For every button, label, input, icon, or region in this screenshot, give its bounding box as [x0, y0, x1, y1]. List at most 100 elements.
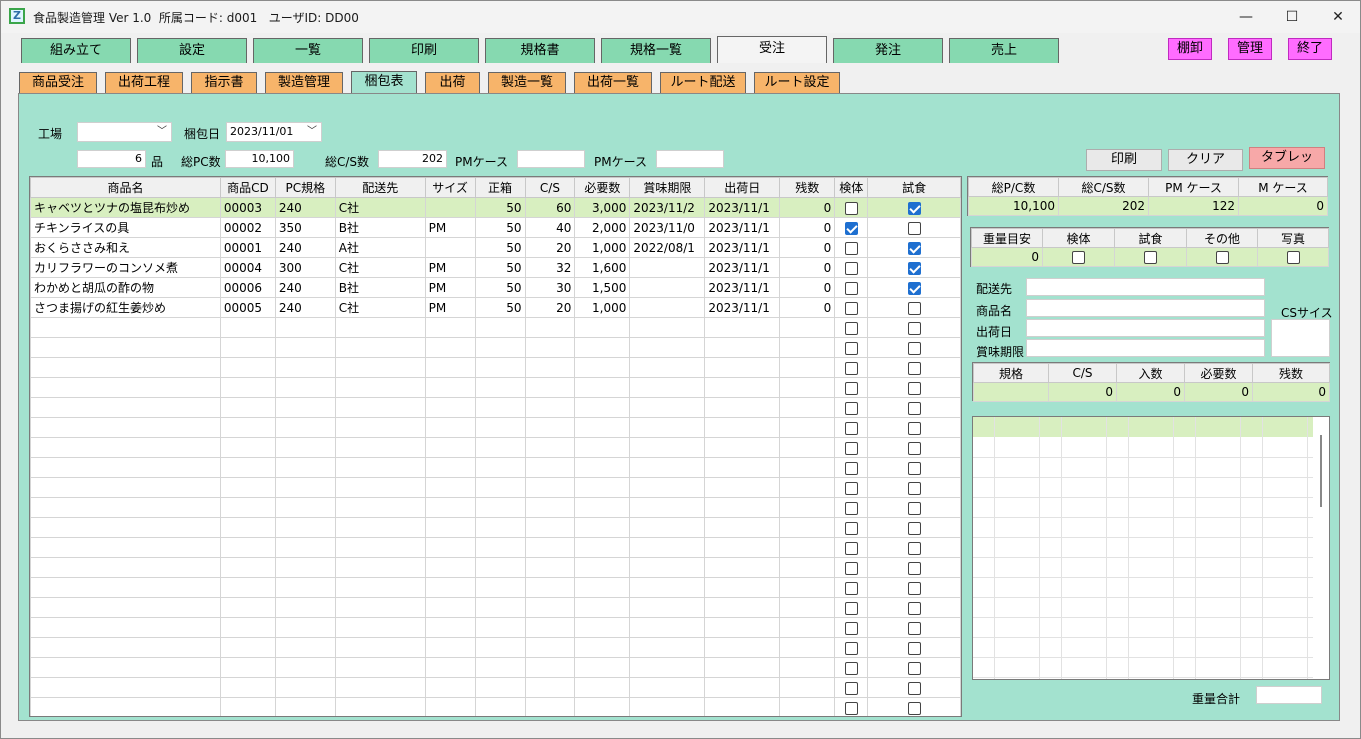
sample-checkbox[interactable] [844, 401, 858, 415]
pm-case-field[interactable] [517, 150, 585, 168]
clear-button[interactable]: クリア [1168, 149, 1243, 171]
tasting-checkbox[interactable] [907, 581, 921, 595]
sub-tab[interactable]: 梱包表 [351, 71, 417, 93]
sample-checkbox[interactable] [844, 341, 858, 355]
name-field[interactable] [1026, 299, 1265, 317]
sample-checkbox[interactable] [844, 481, 858, 495]
tasting-checkbox[interactable] [907, 441, 921, 455]
table-row[interactable] [30, 337, 961, 358]
tasting-checkbox[interactable] [907, 241, 921, 255]
sample-checkbox[interactable] [844, 421, 858, 435]
sample-checkbox[interactable] [844, 701, 858, 715]
table-row[interactable] [30, 517, 961, 538]
weight-total-field[interactable] [1256, 686, 1322, 704]
weight-option-checkbox[interactable] [1215, 251, 1229, 264]
table-row[interactable]: チキンライスの具 00002 350 B社 PM 50 40 2,000 2023/11/0 20… [30, 217, 961, 238]
detail-grid[interactable] [972, 416, 1330, 680]
weight-option-checkbox[interactable] [1286, 251, 1300, 264]
sample-checkbox[interactable] [844, 301, 858, 315]
ship-date-field[interactable] [1026, 319, 1265, 337]
sample-checkbox[interactable] [844, 221, 858, 235]
print-button[interactable]: 印刷 [1086, 149, 1162, 171]
tasting-checkbox[interactable] [907, 641, 921, 655]
sample-checkbox[interactable] [844, 321, 858, 335]
table-row[interactable]: おくらささみ和え 00001 240 A社 50 20 1,000 2022/08/1 2023… [30, 237, 961, 258]
sample-checkbox[interactable] [844, 201, 858, 215]
best-before-field[interactable] [1026, 339, 1265, 357]
sub-tab[interactable]: 出荷 [425, 72, 480, 93]
tasting-checkbox[interactable] [907, 421, 921, 435]
sample-checkbox[interactable] [844, 281, 858, 295]
item-count-field[interactable]: 6 [77, 150, 146, 168]
pm-case-field-2[interactable] [656, 150, 724, 168]
sample-checkbox[interactable] [844, 661, 858, 675]
sample-checkbox[interactable] [844, 541, 858, 555]
table-row[interactable]: さつま揚げの紅生姜炒め 00005 240 C社 PM 50 20 1,000 2023/11/… [30, 297, 961, 318]
tasting-checkbox[interactable] [907, 341, 921, 355]
tasting-checkbox[interactable] [907, 561, 921, 575]
tasting-checkbox[interactable] [907, 541, 921, 555]
dest-field[interactable] [1026, 278, 1265, 296]
main-tab[interactable]: 発注 [833, 38, 943, 63]
main-tab[interactable]: 組み立て [21, 38, 131, 63]
cs-size-field[interactable] [1271, 319, 1330, 357]
table-row[interactable] [30, 537, 961, 558]
scrollbar[interactable] [1320, 435, 1322, 507]
weight-option-checkbox[interactable] [1072, 251, 1085, 264]
table-row[interactable] [30, 677, 961, 698]
packing-grid[interactable]: 商品名 商品CD PC規格 配送先 サイズ 正箱 C/S 必要数 賞味期限 出荷日 残数 検体 試食 キ… [29, 176, 962, 717]
sample-checkbox[interactable] [844, 521, 858, 535]
sample-checkbox[interactable] [844, 681, 858, 695]
tasting-checkbox[interactable] [907, 361, 921, 375]
main-tab[interactable]: 一覧 [253, 38, 363, 63]
sample-checkbox[interactable] [844, 261, 858, 275]
minimize-button[interactable]: — [1223, 1, 1269, 33]
main-tab[interactable]: 売上 [949, 38, 1059, 63]
sample-checkbox[interactable] [844, 441, 858, 455]
tasting-checkbox[interactable] [907, 661, 921, 675]
main-tab[interactable]: 設定 [137, 38, 247, 63]
sample-checkbox[interactable] [844, 561, 858, 575]
tasting-checkbox[interactable] [907, 381, 921, 395]
main-tab[interactable]: 規格一覧 [601, 38, 711, 63]
admin-button[interactable]: 管理 [1228, 38, 1272, 60]
sub-tab[interactable]: ルート配送 [660, 72, 746, 93]
table-row[interactable] [30, 317, 961, 338]
tasting-checkbox[interactable] [907, 221, 921, 235]
table-row[interactable] [30, 357, 961, 378]
sample-checkbox[interactable] [844, 461, 858, 475]
sample-checkbox[interactable] [844, 601, 858, 615]
tasting-checkbox[interactable] [907, 681, 921, 695]
sub-tab[interactable]: 出荷一覧 [574, 72, 652, 93]
sample-checkbox[interactable] [844, 381, 858, 395]
table-row[interactable]: キャベツとツナの塩昆布炒め 00003 240 C社 50 60 3,000 2023/11/… [30, 197, 961, 218]
weight-option-checkbox[interactable] [1144, 251, 1157, 264]
tasting-checkbox[interactable] [907, 321, 921, 335]
factory-select[interactable]: ﹀ [77, 122, 172, 142]
table-row[interactable] [30, 557, 961, 578]
tasting-checkbox[interactable] [907, 701, 921, 715]
tasting-checkbox[interactable] [907, 261, 921, 275]
tasting-checkbox[interactable] [907, 401, 921, 415]
main-tab[interactable]: 受注 [717, 36, 827, 63]
sub-tab[interactable]: 指示書 [191, 72, 257, 93]
table-row[interactable]: わかめと胡瓜の酢の物 00006 240 B社 PM 50 30 1,500 2023/11/1… [30, 277, 961, 298]
tasting-checkbox[interactable] [907, 601, 921, 615]
tasting-checkbox[interactable] [907, 281, 921, 295]
sub-tab[interactable]: 製造一覧 [488, 72, 566, 93]
sample-checkbox[interactable] [844, 621, 858, 635]
sample-checkbox[interactable] [844, 501, 858, 515]
sub-tab[interactable]: 製造管理 [265, 72, 343, 93]
tasting-checkbox[interactable] [907, 461, 921, 475]
sample-checkbox[interactable] [844, 241, 858, 255]
table-row[interactable]: カリフラワーのコンソメ煮 00004 300 C社 PM 50 32 1,600 2023/11… [30, 257, 961, 278]
table-row[interactable] [30, 377, 961, 398]
pack-date-picker[interactable]: 2023/11/01 ﹀ [226, 122, 322, 142]
exit-button[interactable]: 終了 [1288, 38, 1332, 60]
table-row[interactable] [30, 497, 961, 518]
sub-tab[interactable]: 出荷工程 [105, 72, 183, 93]
sub-tab[interactable]: 商品受注 [19, 72, 97, 93]
main-tab[interactable]: 規格書 [485, 38, 595, 63]
tablet-button[interactable]: タブレッ [1249, 147, 1325, 169]
table-row[interactable] [30, 637, 961, 658]
